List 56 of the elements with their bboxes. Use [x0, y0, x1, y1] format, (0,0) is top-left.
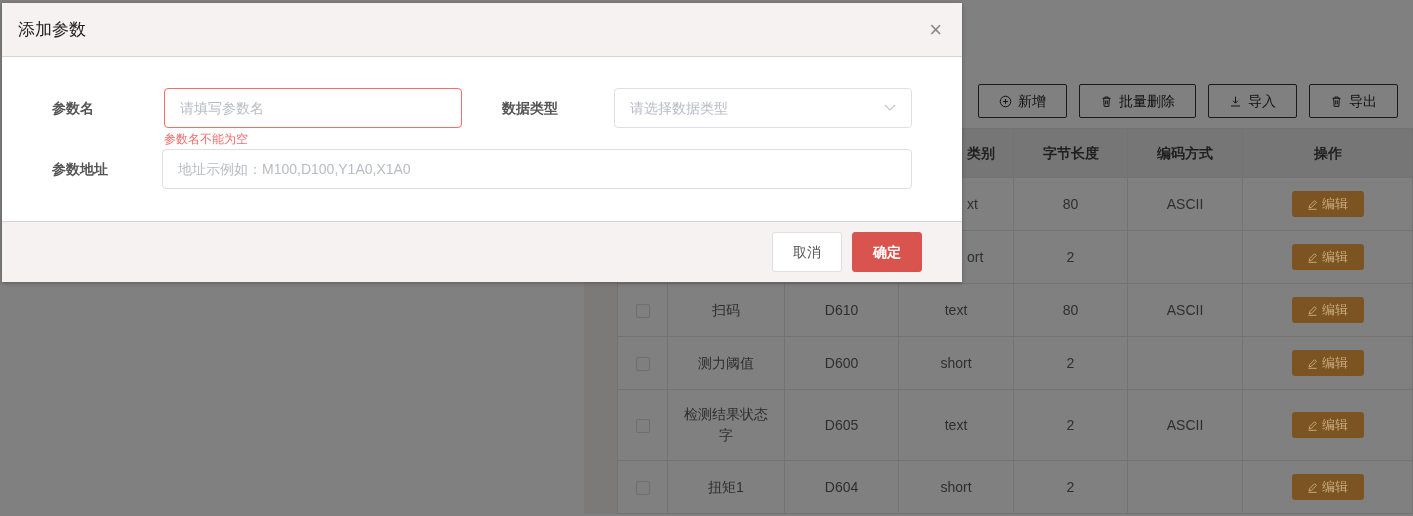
- field-label: 参数地址: [51, 160, 109, 179]
- close-button[interactable]: ×: [925, 18, 946, 41]
- table-cell: D605: [784, 389, 899, 461]
- edit-button[interactable]: 编辑: [1291, 297, 1364, 323]
- plus-circle-icon: [999, 94, 1012, 108]
- edit-button[interactable]: 编辑: [1291, 474, 1364, 500]
- table-cell: D610: [784, 283, 899, 337]
- field-label: 参数名: [51, 99, 95, 118]
- pencil-icon: [1307, 304, 1318, 316]
- toolbar-button[interactable]: 批量删除: [1079, 84, 1196, 118]
- edit-button[interactable]: 编辑: [1291, 412, 1364, 438]
- toolbar-button[interactable]: 导出: [1309, 84, 1398, 118]
- table-cell: D600: [784, 336, 899, 390]
- cancel-button[interactable]: 取消: [772, 232, 842, 272]
- column-header: 操作: [1242, 128, 1413, 178]
- column-header: 字节长度: [1013, 128, 1128, 178]
- table-cell: ASCII: [1127, 283, 1243, 337]
- table-cell: 80: [1013, 283, 1128, 337]
- pencil-icon: [1307, 419, 1318, 431]
- table-cell: 检测结果状态字: [667, 389, 785, 461]
- table-cell: text: [898, 389, 1014, 461]
- table-cell: 2: [1013, 230, 1128, 284]
- error-message: 参数名不能为空: [164, 131, 249, 148]
- table-cell: short: [898, 460, 1014, 514]
- table-cell: 2: [1013, 336, 1128, 390]
- download-icon: [1229, 94, 1242, 108]
- pencil-icon: [1307, 251, 1318, 263]
- table-cell: 2: [1013, 389, 1128, 461]
- table-cell: D604: [784, 460, 899, 514]
- chevron-down-icon: [884, 104, 896, 112]
- table-cell: 扫码: [667, 283, 785, 337]
- toolbar-button[interactable]: 导入: [1208, 84, 1297, 118]
- edit-button[interactable]: 编辑: [1291, 244, 1364, 270]
- field-label: 数据类型: [502, 99, 559, 118]
- edit-button[interactable]: 编辑: [1291, 191, 1364, 217]
- table-cell: 测力阈值: [667, 336, 785, 390]
- toolbar-button[interactable]: 新增: [978, 84, 1067, 118]
- pencil-icon: [1307, 198, 1318, 210]
- trash-icon: [1330, 94, 1343, 108]
- trash-icon: [1100, 94, 1113, 108]
- select-field[interactable]: 请选择数据类型: [614, 88, 912, 128]
- dialog-title: 添加参数: [18, 18, 86, 41]
- table-cell: short: [898, 336, 1014, 390]
- table-cell: 2: [1013, 460, 1128, 514]
- table-cell: ASCII: [1127, 389, 1243, 461]
- column-header: 编码方式: [1127, 128, 1243, 178]
- placeholder-text: 请选择数据类型: [630, 98, 728, 118]
- table-cell: text: [898, 283, 1014, 337]
- table-cell: 扭矩1: [667, 460, 785, 514]
- input-field[interactable]: 请填写参数名: [164, 88, 462, 128]
- pencil-icon: [1307, 481, 1318, 493]
- edit-button[interactable]: 编辑: [1291, 350, 1364, 376]
- pencil-icon: [1307, 357, 1318, 369]
- table-cell: 80: [1013, 177, 1128, 231]
- confirm-button[interactable]: 确定: [852, 232, 922, 272]
- table-cell: ASCII: [1127, 177, 1243, 231]
